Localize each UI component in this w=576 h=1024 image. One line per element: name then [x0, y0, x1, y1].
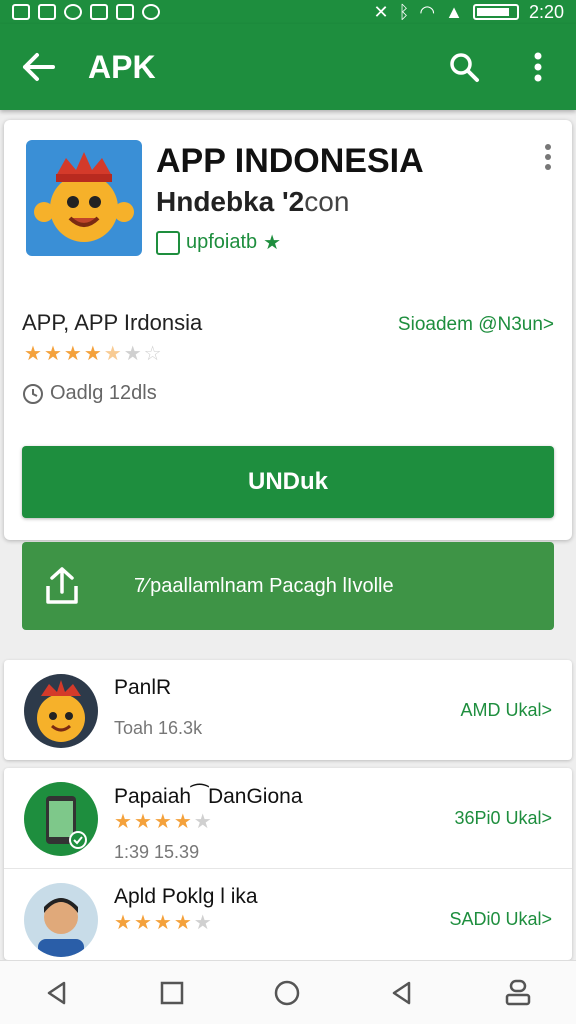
- star-icon: ★: [103, 343, 122, 365]
- share-icon: [46, 567, 78, 604]
- app-title: APP INDONESIA: [156, 142, 424, 180]
- list-item-title: PanlR: [114, 676, 172, 699]
- list-item[interactable]: Papaiah⁀DanGiona ★ ★ ★ ★ ★ 1:39 15.39 36…: [4, 768, 572, 868]
- list-item[interactable]: Apld Poklg l ika ★ ★ ★ ★ ★ SADi0 Ukal>: [4, 868, 572, 968]
- related-app-card: PanlR Toah 16.3k AMD Ukal>: [4, 660, 572, 760]
- developer-name: APP, APP Irdonsia: [22, 310, 203, 335]
- star-icon: ★: [133, 912, 152, 934]
- mute-icon: ✕: [373, 1, 389, 22]
- editor-badge: upfoiatb ★: [156, 230, 281, 255]
- star-icon: ★: [123, 343, 142, 365]
- star-icon: ★: [114, 912, 132, 934]
- list-item-subtitle: Toah 16.3k: [114, 718, 203, 738]
- rating-stars: ★ ★ ★ ★ ★: [114, 812, 212, 832]
- star-icon: ★: [153, 912, 172, 934]
- app-avatar: [24, 674, 98, 748]
- star-icon: ★: [114, 811, 132, 833]
- related-apps-list: Papaiah⁀DanGiona ★ ★ ★ ★ ★ 1:39 15.39 36…: [4, 768, 572, 960]
- notification-icon: [116, 4, 134, 20]
- star-icon: ☆: [143, 343, 162, 365]
- card-more-icon[interactable]: [544, 144, 552, 175]
- notification-icon: [90, 4, 108, 20]
- share-text: 7⁄ paallamlnam Pacagh lIvolle: [134, 574, 394, 597]
- list-item-link[interactable]: SADi0 Ukal>: [449, 909, 552, 930]
- editor-badge-label: upfoiatb: [186, 231, 258, 253]
- signal-icon: ▲: [445, 1, 463, 22]
- rating-stars: ★ ★ ★ ★ ★ ★ ☆: [24, 344, 162, 364]
- back-nav-icon-alt[interactable]: [389, 980, 415, 1006]
- star-icon: ★: [24, 343, 42, 365]
- list-item-link[interactable]: AMD Ukal>: [460, 700, 552, 721]
- notification-icons: [12, 4, 160, 20]
- star-icon: ★: [133, 811, 152, 833]
- star-icon: ★: [193, 811, 212, 833]
- downloads-info: Oadlg 12dls: [22, 382, 157, 405]
- list-item-title: Apld Poklg l ika: [114, 885, 258, 908]
- star-icon: ★: [63, 343, 82, 365]
- app-bar: APK: [0, 24, 576, 110]
- account-nav-icon[interactable]: [504, 979, 532, 1007]
- alarm-icon: [142, 4, 160, 20]
- app-avatar: [24, 782, 98, 856]
- star-icon: ★: [43, 343, 62, 365]
- clock-time: 2:20: [528, 1, 564, 22]
- home-nav-icon[interactable]: [273, 979, 301, 1007]
- battery-icon: [472, 4, 519, 20]
- share-banner[interactable]: 7⁄ paallamlnam Pacagh lIvolle: [22, 542, 554, 630]
- star-icon: ★: [193, 912, 212, 934]
- notification-icon: [38, 4, 56, 20]
- list-item-title: Papaiah⁀DanGiona: [114, 785, 303, 808]
- downloads-label: Oadlg 12dls: [50, 382, 157, 404]
- star-icon: ★: [83, 343, 102, 365]
- back-arrow-icon[interactable]: [18, 47, 58, 87]
- more-vert-icon[interactable]: [518, 47, 558, 87]
- star-icon: ★: [173, 811, 192, 833]
- page-title: APK: [88, 48, 156, 85]
- star-icon: ★: [153, 811, 172, 833]
- app-logo: [26, 140, 142, 256]
- app-subtitle-main: Hndebka '2: [156, 186, 305, 217]
- app-subtitle: Hndebka '2con: [156, 186, 349, 218]
- search-icon[interactable]: [444, 47, 484, 87]
- back-nav-icon[interactable]: [44, 980, 70, 1006]
- list-item-link[interactable]: 36Pi0 Ukal>: [454, 808, 552, 829]
- status-bar: ✕ ᛒ ◠ ▲ 2:20: [0, 0, 576, 24]
- system-nav-bar: [0, 960, 576, 1024]
- clock-icon: [23, 383, 43, 404]
- rating-stars: ★ ★ ★ ★ ★: [114, 913, 212, 933]
- notification-icon: [12, 4, 30, 20]
- wifi-icon: ◠: [419, 1, 436, 22]
- list-item[interactable]: PanlR Toah 16.3k AMD Ukal>: [4, 660, 572, 760]
- notification-icon: [64, 4, 82, 20]
- star-icon: ★: [263, 232, 282, 254]
- recents-nav-icon[interactable]: [159, 980, 185, 1006]
- app-details-card: APP INDONESIA Hndebka '2con upfoiatb ★ A…: [4, 120, 572, 540]
- bluetooth-icon: ᛒ: [398, 1, 410, 22]
- app-avatar: [24, 883, 98, 957]
- editor-badge-icon: [156, 230, 180, 255]
- list-item-subtitle: 1:39 15.39: [114, 842, 200, 862]
- star-icon: ★: [173, 912, 192, 934]
- install-button[interactable]: UNDuk: [22, 446, 554, 518]
- app-subtitle-suffix: con: [304, 186, 350, 217]
- developer-link[interactable]: Sioadem @N3un>: [398, 314, 554, 336]
